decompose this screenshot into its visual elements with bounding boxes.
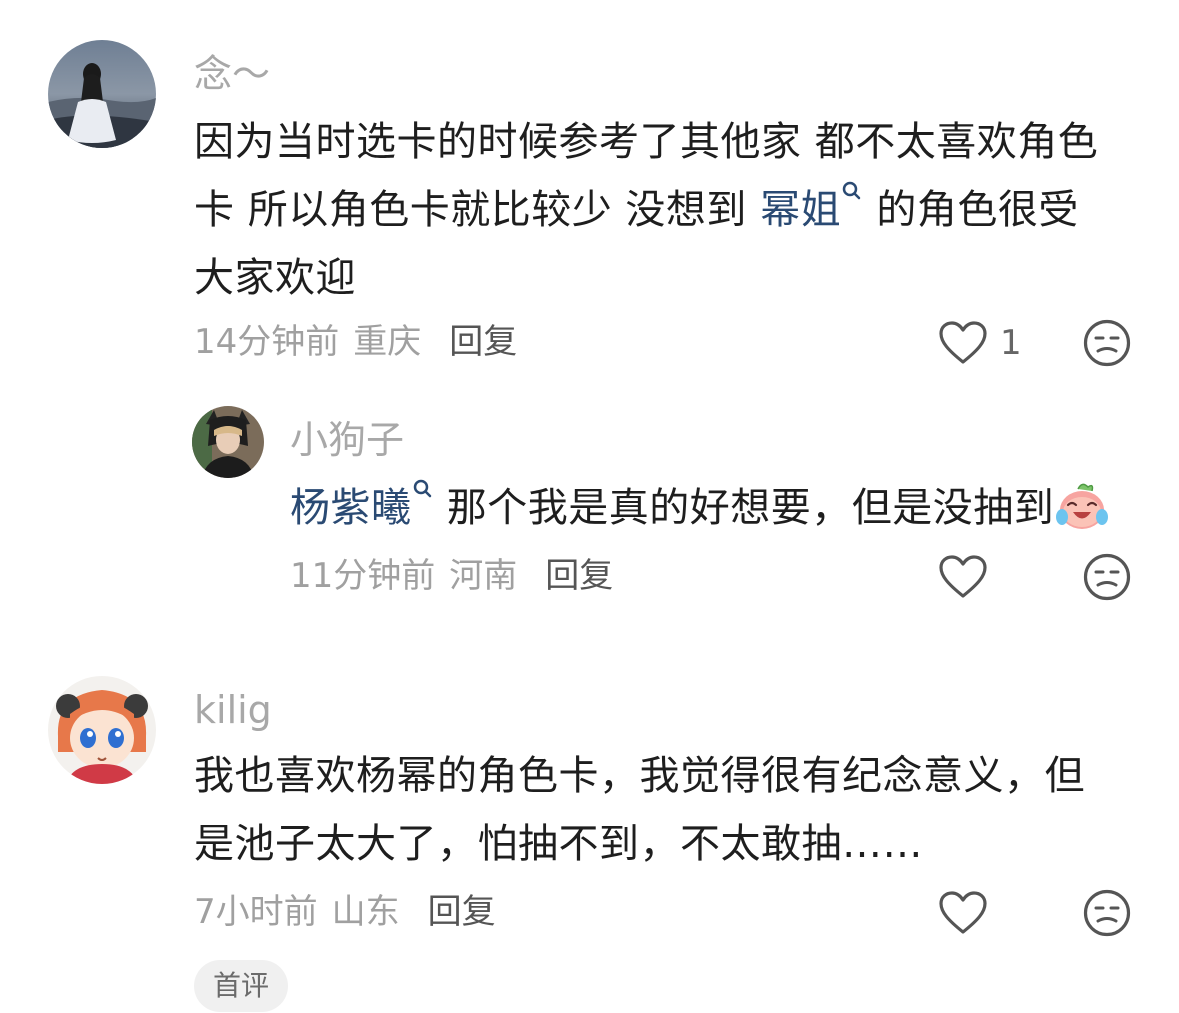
comment-text-line: 我也喜欢杨幂的角色卡，我觉得很有纪念意义，但 [194,753,1085,799]
comment-location: 山东 [331,892,400,932]
comment-text: 我也喜欢杨幂的角色卡，我觉得很有纪念意义，但 是池子太大了，怕抽不到，不太敢抽…… [194,742,1085,878]
crying-laughing-emoji-icon [1056,483,1109,529]
like-button[interactable] [938,554,988,600]
reply-time: 11分钟前 [290,556,436,596]
comment-text-line: 大家欢迎 [194,255,356,301]
comment-text: 因为当时选卡的时候参考了其他家 都不太喜欢角色 卡 所以角色卡就比较少 没想到 … [194,108,1098,312]
mention-link[interactable]: 杨紫曦 [290,479,434,531]
comment-text-segment: 卡 所以角色卡就比较少 没想到 [194,187,761,233]
avatar[interactable] [48,676,156,784]
first-comment-badge: 首评 [194,960,288,1012]
comment-username[interactable]: kilig [194,688,272,732]
mention-link[interactable]: 幂姐 [760,181,863,233]
like-button[interactable]: 1 [938,320,1022,366]
reply-username[interactable]: 小狗子 [290,418,404,462]
dislike-icon[interactable] [1082,318,1132,368]
comment-time: 14分钟前 [194,322,340,362]
reply-text-line: 杨紫曦 那个我是真的好想要，但是没抽到 [290,474,1110,542]
comment-username[interactable]: 念～ [194,52,270,96]
dislike-icon[interactable] [1082,552,1132,602]
reply-button[interactable]: 回复 [545,556,613,596]
comment-text-line: 因为当时选卡的时候参考了其他家 都不太喜欢角色 [194,119,1099,165]
reply-meta: 11分钟前 河南 回复 [290,556,613,596]
search-icon [413,479,431,498]
heart-icon [939,555,987,598]
heart-icon [939,891,987,934]
comment-meta: 14分钟前 重庆 回复 [194,322,517,362]
like-count: 1 [1000,323,1022,363]
dislike-icon[interactable] [1082,888,1132,938]
reply-button[interactable]: 回复 [428,892,496,932]
avatar[interactable] [192,406,264,478]
mention-text[interactable]: 杨紫曦 [290,485,412,531]
comment-time: 7小时前 [194,892,318,932]
comment-location: 重庆 [353,322,422,362]
avatar[interactable] [48,40,156,148]
mention-text[interactable]: 幂姐 [760,187,841,233]
reply-text-segment: 那个我是真的好想要，但是没抽到 [433,485,1055,531]
reply-button[interactable]: 回复 [449,322,517,362]
reply-location: 河南 [449,556,518,596]
heart-icon [939,321,987,364]
like-button[interactable] [938,890,988,936]
comment-text-segment: 的角色很受 [863,187,1079,233]
search-icon [842,181,861,200]
comment-text-line: 卡 所以角色卡就比较少 没想到 幂姐 的角色很受 [194,176,1098,244]
reply-text: 杨紫曦 那个我是真的好想要，但是没抽到 [290,474,1110,542]
comment-meta: 7小时前 山东 回复 [194,892,496,932]
comment-text-line: 是池子太大了，怕抽不到，不太敢抽…… [194,821,923,867]
